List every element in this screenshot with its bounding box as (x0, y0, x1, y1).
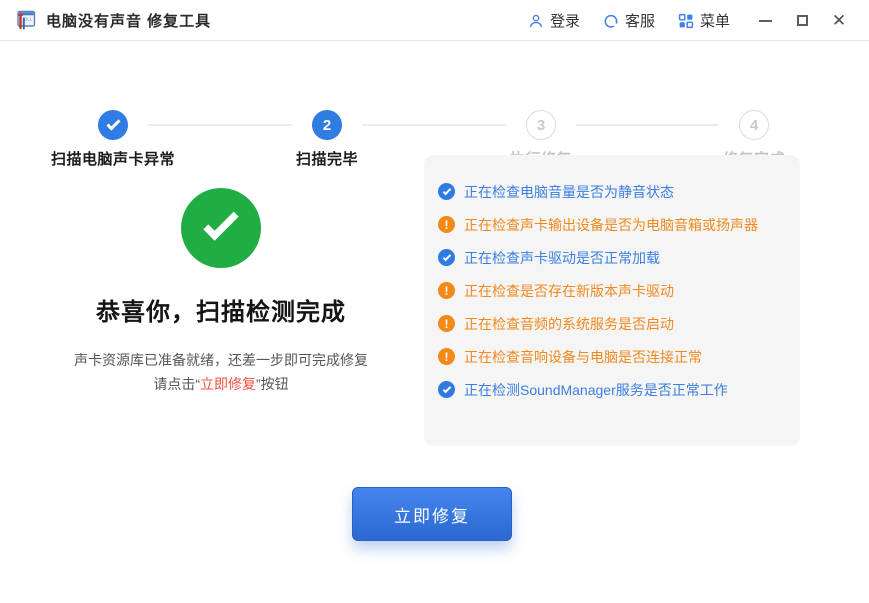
login-button[interactable]: 登录 (528, 10, 580, 31)
exclamation-glyph: ! (445, 285, 449, 297)
check-icon (438, 183, 455, 200)
step-connector (362, 124, 506, 126)
scan-item-text: 正在检查是否存在新版本声卡驱动 (464, 281, 674, 301)
warning-icon: ! (438, 282, 455, 299)
scan-item: ! 正在检查音频的系统服务是否启动 (438, 307, 800, 340)
scan-item: 正在检查电脑音量是否为静音状态 (438, 175, 800, 208)
exclamation-glyph: ! (445, 351, 449, 363)
user-icon (528, 13, 544, 29)
scan-item-text: 正在检查声卡驱动是否正常加载 (464, 248, 660, 268)
exclamation-glyph: ! (445, 318, 449, 330)
scan-item: ! 正在检查是否存在新版本声卡驱动 (438, 274, 800, 307)
step-connector (148, 124, 292, 126)
check-glyph (442, 186, 450, 194)
step-label: 扫描完毕 (217, 148, 437, 169)
check-glyph (442, 252, 450, 260)
scan-item: 正在检测SoundManager服务是否正常工作 (438, 373, 800, 406)
minimize-button[interactable] (757, 13, 773, 29)
scan-result-summary: 恭喜你，扫描检测完成 声卡资源库已准备就绪，还差一步即可完成修复 请点击“立即修… (31, 178, 411, 396)
step-indicator: 扫描电脑声卡异常2扫描完毕3执行修复4修复完成 (0, 42, 869, 142)
warning-icon: ! (438, 348, 455, 365)
window-title: 电脑没有声音 修复工具 (46, 10, 211, 31)
maximize-icon (797, 15, 808, 26)
scan-item-text: 正在检查声卡输出设备是否为电脑音箱或扬声器 (464, 215, 758, 235)
minimize-icon (759, 20, 772, 22)
scan-item-text: 正在检查音响设备与电脑是否连接正常 (464, 347, 702, 367)
scan-item: 正在检查声卡驱动是否正常加载 (438, 241, 800, 274)
check-icon (438, 249, 455, 266)
step-number: 3 (526, 110, 556, 140)
title-bar: DLL 电脑没有声音 修复工具 登录 客服 (0, 0, 869, 41)
maximize-button[interactable] (794, 13, 810, 29)
customer-service-button[interactable]: 客服 (603, 10, 655, 31)
result-subtext-line2: 请点击“立即修复”按钮 (153, 376, 288, 392)
check-glyph (106, 116, 120, 130)
close-button[interactable]: ✕ (831, 13, 847, 29)
step-number: 2 (312, 110, 342, 140)
scan-item-text: 正在检查音频的系统服务是否启动 (464, 314, 674, 334)
titlebar-actions: 登录 客服 菜单 ✕ (528, 0, 847, 41)
window-controls: ✕ (757, 13, 847, 29)
result-subtext: 声卡资源库已准备就绪，还差一步即可完成修复 请点击“立即修复”按钮 (31, 348, 411, 396)
result-subtext-line1: 声卡资源库已准备就绪，还差一步即可完成修复 (74, 352, 368, 368)
grid-menu-icon (678, 13, 694, 29)
svg-text:DLL: DLL (24, 17, 33, 22)
warning-icon: ! (438, 216, 455, 233)
headset-icon (603, 13, 619, 29)
menu-button[interactable]: 菜单 (678, 10, 730, 31)
step-connector (576, 124, 719, 126)
scan-result-list: 正在检查电脑音量是否为静音状态! 正在检查声卡输出设备是否为电脑音箱或扬声器正在检… (424, 155, 800, 446)
repair-now-button[interactable]: 立即修复 (352, 487, 512, 541)
step-check-icon (98, 110, 128, 140)
scan-item: ! 正在检查音响设备与电脑是否连接正常 (438, 340, 800, 373)
check-glyph (203, 205, 238, 240)
close-icon: ✕ (832, 12, 846, 29)
customer-service-label: 客服 (625, 10, 655, 31)
result-heading: 恭喜你，扫描检测完成 (31, 292, 411, 327)
scan-item-text: 正在检查电脑音量是否为静音状态 (464, 182, 674, 202)
warning-icon: ! (438, 315, 455, 332)
repair-highlight: 立即修复 (200, 376, 256, 392)
step-label: 扫描电脑声卡异常 (3, 148, 223, 169)
scan-item: ! 正在检查声卡输出设备是否为电脑音箱或扬声器 (438, 208, 800, 241)
app-logo-icon: DLL (14, 9, 36, 31)
step-number: 4 (739, 110, 769, 140)
scan-item-text: 正在检测SoundManager服务是否正常工作 (464, 380, 728, 400)
check-icon (438, 381, 455, 398)
exclamation-glyph: ! (445, 219, 449, 231)
check-glyph (442, 384, 450, 392)
login-label: 登录 (550, 10, 580, 31)
menu-label: 菜单 (700, 10, 730, 31)
success-check-icon (181, 188, 261, 268)
app-window: DLL 电脑没有声音 修复工具 登录 客服 (0, 0, 869, 603)
